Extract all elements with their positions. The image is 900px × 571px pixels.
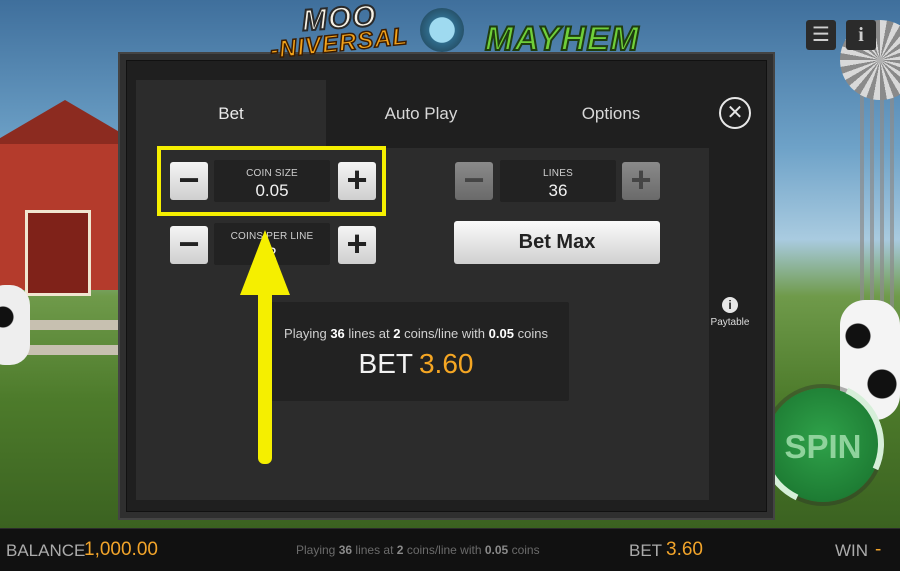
lines-stepper: LINES 36 (500, 160, 616, 202)
win-label: WIN (835, 541, 869, 560)
menu-icon[interactable]: ☰ (806, 20, 836, 50)
bottom-playing-text: Playing 36 lines at 2 coins/line with 0.… (296, 543, 540, 557)
tab-auto-play[interactable]: Auto Play (326, 80, 516, 148)
summary-prefix: Playing (284, 326, 327, 341)
paytable-label: Paytable (710, 317, 750, 328)
lines-label: LINES (543, 168, 573, 179)
bottom-playing-suffix: coins (511, 543, 540, 557)
info-icon: i (722, 297, 738, 313)
summary-lines: 36 (330, 326, 345, 341)
close-icon[interactable]: ✕ (719, 97, 751, 129)
win-value: - (875, 539, 882, 560)
summary-mid2: coins/line with (404, 326, 486, 341)
bet-settings-modal: Bet Auto Play Options ✕ (120, 54, 773, 518)
arrow-shaft (258, 286, 272, 464)
bottom-playing-coins: 2 (396, 543, 404, 557)
bottom-playing-mid1: lines at (355, 543, 394, 557)
logo-line3: MAYHEM (484, 19, 640, 59)
bet-total-amount: 3.60 (418, 348, 474, 379)
bet-total: BET 3.60 (263, 348, 569, 380)
balance-label: BALANCE (6, 541, 86, 560)
summary-coins-per-line: 2 (393, 326, 401, 341)
cow-illustration (0, 285, 30, 365)
bottom-playing-lines: 36 (338, 543, 353, 557)
info-icon[interactable]: i (846, 20, 876, 50)
bet-label: BET (629, 541, 663, 560)
bottom-playing-coin-value: 0.05 (484, 543, 509, 557)
bet-value: 3.60 (666, 539, 703, 560)
bet-total-label: BET (358, 348, 413, 379)
ufo-icon (420, 8, 464, 52)
summary-coin-value: 0.05 (488, 326, 514, 341)
paytable-button[interactable]: i Paytable (708, 297, 752, 328)
game-logo: MOO -NIVERSAL MAYHEM (268, 0, 639, 65)
bet-summary: Playing 36 lines at 2 coins/line with 0.… (263, 302, 569, 401)
highlight-box (157, 146, 386, 216)
summary-suffix: coins (517, 326, 548, 341)
bet-summary-text: Playing 36 lines at 2 coins/line with 0.… (263, 326, 569, 341)
logo-line2: -NIVERSAL (268, 22, 410, 65)
status-bar: BALANCE 1,000.00 Playing 36 lines at 2 c… (0, 528, 900, 571)
tab-options[interactable]: Options (516, 80, 706, 148)
bottom-playing-prefix: Playing (296, 543, 336, 557)
lines-increase-button[interactable]: + (622, 162, 660, 200)
lines-value: 36 (548, 181, 568, 200)
spin-label: SPIN (784, 428, 862, 465)
spin-button[interactable]: SPIN (742, 364, 900, 524)
balance-value: 1,000.00 (84, 539, 158, 560)
modal-tabs: Bet Auto Play Options (136, 80, 706, 148)
coins-per-line-decrease-button[interactable]: − (170, 226, 208, 264)
barn-illustration (0, 100, 140, 296)
tab-bet[interactable]: Bet (136, 80, 326, 148)
summary-mid1: lines at (348, 326, 390, 341)
coins-per-line-increase-button[interactable]: + (338, 226, 376, 264)
bottom-playing-mid2: coins/line with (406, 543, 482, 557)
barn-door (25, 210, 91, 296)
lines-decrease-button[interactable]: − (455, 162, 493, 200)
bet-max-button[interactable]: Bet Max (454, 221, 660, 264)
